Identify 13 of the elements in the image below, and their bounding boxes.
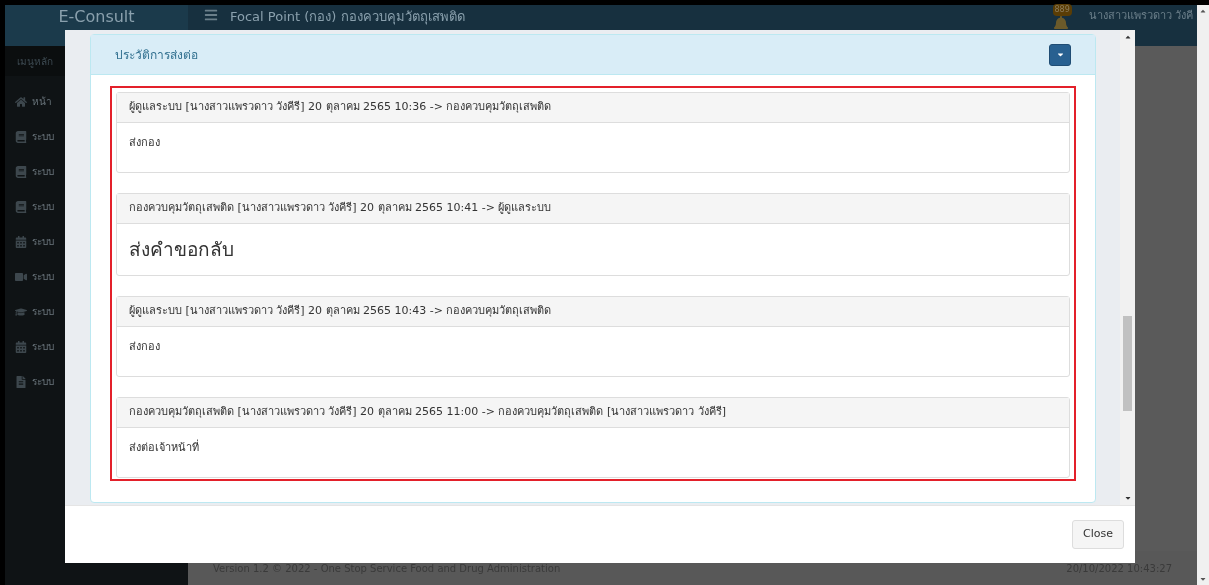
- panel-title: ประวัติการส่งต่อ: [115, 46, 198, 64]
- entry-header: กองควบคุมวัตถุเสพติด [นางสาวแพรวดาว วังคีรี] 20 ตุลาคม 2565 10:41 -> ผู้ดูแลระบบ: [129, 200, 552, 217]
- page-title: Focal Point (กอง) กองควบคุมวัตถุเสพติด: [230, 8, 465, 26]
- entry-header: ผู้ดูแลระบบ [นางสาวแพรวดาว วังคีรี] 20 ตุลาคม 2565 10:36 -> กองควบคุมวัตถุเสพติด: [129, 99, 552, 116]
- entry-message: ส่งคำขอกลับ: [129, 237, 234, 263]
- notification-count: 889: [1052, 4, 1072, 16]
- entry-message: ส่งกอง: [129, 135, 160, 151]
- brand-title: E-Consult: [58, 7, 135, 27]
- sidebar-heading: เมนูหลัก: [17, 54, 53, 69]
- entry-header: ผู้ดูแลระบบ [นางสาวแพรวดาว วังคีรี] 20 ตุลาคม 2565 10:43 -> กองควบคุมวัตถุเสพติด: [129, 303, 552, 320]
- entry-message: ส่งกอง: [129, 339, 160, 355]
- entry-message: ส่งต่อเจ้าหน้าที่: [129, 440, 199, 456]
- entry-header: กองควบคุมวัตถุเสพติด [นางสาวแพรวดาว วังคีรี] 20 ตุลาคม 2565 11:00 -> กองควบคุมวัตถุเสพติด [นางสาวแพรวดาว วังคีรี]: [129, 404, 726, 421]
